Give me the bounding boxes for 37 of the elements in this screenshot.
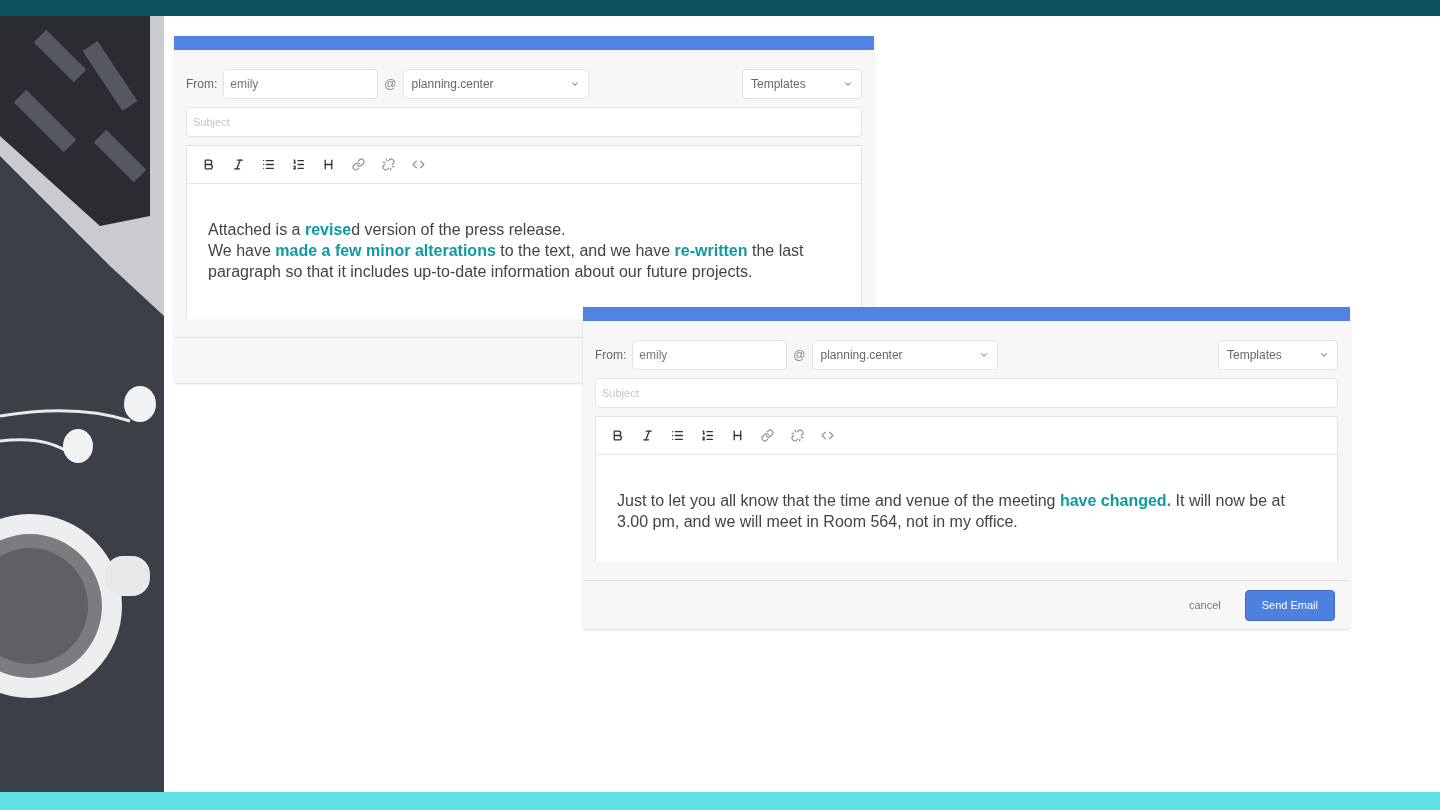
caret-icon xyxy=(569,79,580,89)
send-email-button[interactable]: Send Email xyxy=(1244,589,1335,621)
at-sign: @ xyxy=(384,76,397,93)
domain-dropdown[interactable]: planning.center xyxy=(402,69,589,99)
bold-icon[interactable] xyxy=(611,429,624,442)
link-icon[interactable] xyxy=(761,429,774,442)
domain-dropdown[interactable]: planning.center xyxy=(811,340,998,370)
bold-icon[interactable] xyxy=(202,158,215,171)
from-label: From: xyxy=(186,76,218,93)
link-icon[interactable] xyxy=(352,158,365,171)
templates-dropdown[interactable]: Templates xyxy=(1218,340,1338,370)
templates-dropdown[interactable]: Templates xyxy=(742,69,862,99)
code-icon[interactable] xyxy=(821,429,834,442)
from-label: From: xyxy=(595,347,627,364)
from-field[interactable]: emily xyxy=(223,69,379,99)
unlink-icon[interactable] xyxy=(382,158,395,171)
subject-field[interactable]: Subject xyxy=(186,107,862,137)
message-text[interactable]: We have made a few minor alterations to the text, and we have re-written the last paragraph so that it includes up-to-date information about our future projects. xyxy=(208,240,821,282)
unlink-icon[interactable] xyxy=(791,429,804,442)
message-text[interactable]: Just to let you all know that the time and venue of the meeting have changed. It will now be at 3.00 pm, and we will meet in Room 564, not in my office. xyxy=(617,490,1297,532)
numbered-list-icon[interactable] xyxy=(701,429,714,442)
bulleted-list-icon[interactable] xyxy=(671,429,684,442)
cancel-link[interactable]: cancel xyxy=(1188,596,1221,614)
message-text[interactable]: Attached is a revised version of the press release. xyxy=(208,219,821,240)
numbered-list-icon[interactable] xyxy=(292,158,305,171)
bulleted-list-icon[interactable] xyxy=(262,158,275,171)
heading-icon[interactable] xyxy=(731,429,744,442)
at-sign: @ xyxy=(793,347,806,364)
code-icon[interactable] xyxy=(412,158,425,171)
subject-field[interactable]: Subject xyxy=(595,378,1338,408)
caret-icon xyxy=(978,350,989,360)
italic-icon[interactable] xyxy=(232,158,245,171)
heading-icon[interactable] xyxy=(322,158,335,171)
caret-icon xyxy=(1319,350,1329,360)
caret-icon xyxy=(843,79,853,89)
italic-icon[interactable] xyxy=(641,429,654,442)
from-field[interactable]: emily xyxy=(632,340,788,370)
